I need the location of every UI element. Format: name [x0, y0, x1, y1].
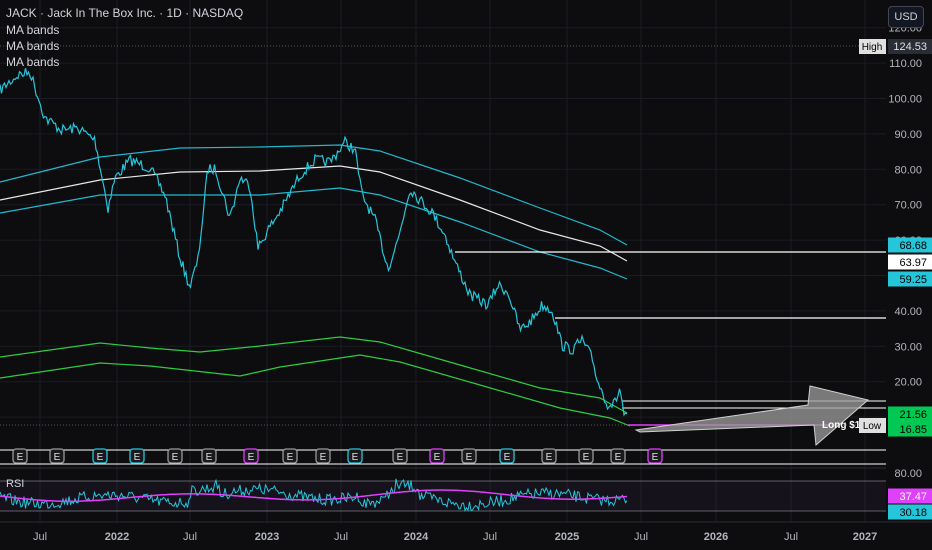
earnings-marker-glyph: E — [466, 452, 473, 463]
rsi-pane — [0, 467, 886, 512]
time-tick: Jul — [634, 531, 648, 543]
time-tick: 2027 — [853, 531, 877, 543]
earnings-marker-glyph: E — [172, 452, 179, 463]
position-label: Long $1 — [822, 420, 861, 431]
price-tick: 70.00 — [894, 200, 922, 212]
high-label: High — [862, 42, 883, 53]
rsi-badge-value: 30.18 — [899, 507, 927, 519]
indicator-label-3[interactable]: MA bands — [6, 55, 59, 69]
earnings-marker-glyph: E — [206, 452, 213, 463]
time-axis[interactable]: Jul 2022 Jul 2023 Jul 2024 Jul 2025 Jul 2026 Jul 20… — [0, 521, 932, 543]
high-value: 124.53 — [893, 41, 927, 53]
price-tick: 40.00 — [894, 306, 922, 318]
price-line — [0, 68, 628, 417]
ma-band-lower — [0, 187, 628, 280]
rsi-band — [0, 481, 886, 511]
low-label: Low — [863, 421, 882, 432]
rsi-badge-value: 37.47 — [899, 491, 927, 503]
earnings-marker-glyph: E — [546, 452, 553, 463]
earnings-marker-glyph: E — [583, 452, 590, 463]
earnings-marker-glyph: E — [352, 452, 359, 463]
chart-canvas[interactable]: Long $1 EEEEEEEEEEEEEEEEEE 120.00110.001… — [0, 0, 932, 550]
price-tick: 100.00 — [888, 94, 922, 106]
time-tick: Jul — [483, 531, 497, 543]
time-tick: 2025 — [555, 531, 579, 543]
price-tick: 30.00 — [894, 341, 922, 353]
price-badge-value: 16.85 — [899, 424, 927, 436]
rsi-axis-tick: 80.00 — [894, 468, 922, 480]
earnings-marker-glyph: E — [504, 452, 511, 463]
time-tick: 2023 — [255, 531, 279, 543]
earnings-events-row: EEEEEEEEEEEEEEEEEE — [0, 448, 886, 465]
rsi-label[interactable]: RSI — [6, 478, 24, 490]
earnings-marker-glyph: E — [652, 452, 659, 463]
price-badge-value: 68.68 — [899, 240, 927, 252]
earnings-marker-glyph: E — [17, 452, 24, 463]
price-badge-value: 21.56 — [899, 409, 927, 421]
currency-button[interactable]: USD — [888, 6, 924, 28]
ma-band-upper — [0, 144, 628, 246]
time-tick: Jul — [334, 531, 348, 543]
price-badge-value: 59.25 — [899, 274, 927, 286]
ma-line — [0, 165, 628, 262]
earnings-marker-glyph: E — [320, 452, 327, 463]
symbol-title[interactable]: JACK · Jack In The Box Inc. · 1D · NASDA… — [6, 6, 243, 20]
earnings-marker-glyph: E — [397, 452, 404, 463]
price-tick: 80.00 — [894, 164, 922, 176]
time-tick: Jul — [784, 531, 798, 543]
earnings-marker-glyph: E — [134, 452, 141, 463]
time-tick: Jul — [33, 531, 47, 543]
indicator-label-2[interactable]: MA bands — [6, 39, 59, 53]
earnings-marker-glyph: E — [434, 452, 441, 463]
price-badge-value: 63.97 — [899, 257, 927, 269]
ma-bands — [0, 144, 631, 427]
earnings-marker-glyph: E — [54, 452, 61, 463]
price-series — [0, 68, 628, 417]
earnings-marker-glyph: E — [97, 452, 104, 463]
price-tick: 90.00 — [894, 129, 922, 141]
arrow-shape — [634, 385, 870, 447]
projection-arrow[interactable]: Long $1 — [634, 385, 870, 447]
price-tick: 20.00 — [894, 377, 922, 389]
earnings-marker-glyph: E — [287, 452, 294, 463]
grid — [0, 0, 886, 522]
time-tick: 2022 — [105, 531, 129, 543]
time-tick: 2024 — [404, 531, 429, 543]
time-tick: Jul — [183, 531, 197, 543]
time-tick: 2026 — [704, 531, 728, 543]
earnings-marker-glyph: E — [615, 452, 622, 463]
ma-band-long-lower — [0, 354, 631, 427]
earnings-marker-glyph: E — [248, 452, 255, 463]
ma-band-long-upper — [0, 336, 628, 414]
price-tick: 110.00 — [889, 58, 922, 70]
indicator-label-1[interactable]: MA bands — [6, 23, 59, 37]
